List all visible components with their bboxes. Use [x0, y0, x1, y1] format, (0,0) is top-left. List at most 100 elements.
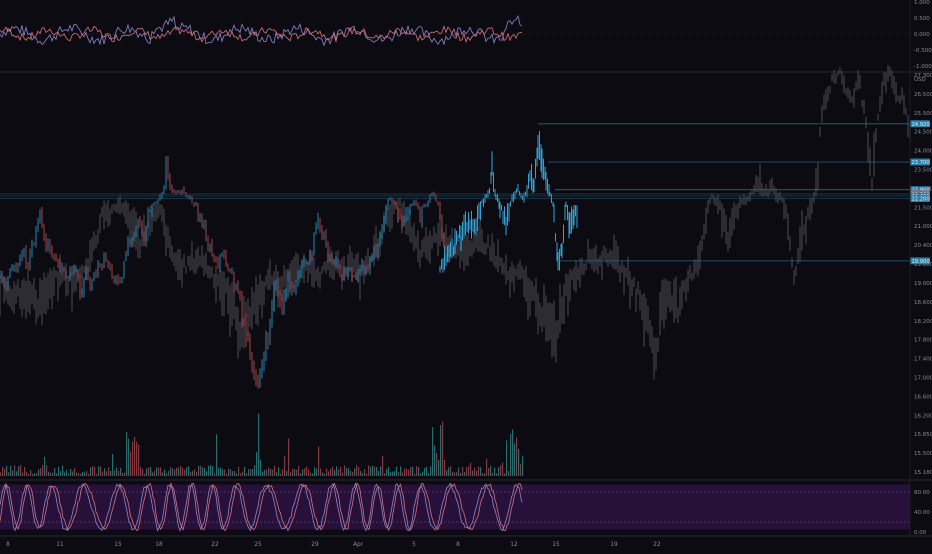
volume-bar: [514, 443, 516, 476]
price-tick-label: 17.000: [914, 375, 932, 381]
volume-bar: [302, 469, 304, 476]
volume-bar: [452, 472, 454, 476]
volume-bar: [396, 466, 398, 476]
x-tick-label: 11: [56, 542, 64, 548]
volume-bar: [216, 434, 218, 476]
volume-bar: [166, 473, 168, 476]
volume-bar: [10, 466, 12, 476]
volume-bar: [276, 472, 278, 476]
volume-bar: [318, 446, 320, 476]
volume-bar: [472, 470, 474, 476]
price-tick-label: 17.400: [914, 357, 932, 363]
volume-bar: [102, 471, 104, 476]
volume-bar: [156, 467, 158, 476]
volume-bar: [246, 473, 248, 476]
volume-bar: [312, 473, 314, 476]
volume-bar: [188, 466, 190, 476]
volume-bar: [158, 467, 160, 476]
bottom-osc-tick-label: 40.00: [914, 510, 930, 516]
volume-bar: [480, 467, 482, 476]
volume-bar: [48, 471, 50, 476]
bottom-osc-tick-label: 80.00: [914, 490, 930, 496]
volume-bar: [508, 471, 510, 476]
x-tick-label: 8: [456, 542, 460, 548]
volume-bar: [448, 467, 450, 476]
volume-bar: [168, 470, 170, 476]
volume-bar: [414, 473, 416, 476]
volume-bar: [80, 473, 82, 476]
volume-bar: [332, 466, 334, 476]
volume-bar: [466, 467, 468, 476]
volume-bar: [360, 471, 362, 476]
volume-bar: [304, 468, 306, 476]
volume-bar: [412, 466, 414, 476]
volume-bar: [488, 468, 490, 476]
volume-bar: [400, 466, 402, 476]
volume-bar: [222, 469, 224, 476]
volume-bar: [182, 467, 184, 476]
volume-bar: [462, 466, 464, 476]
volume-bar: [446, 470, 448, 476]
volume-bar: [522, 455, 524, 476]
volume-bar: [140, 466, 142, 476]
volume-bar: [212, 465, 214, 476]
volume-bar: [136, 441, 138, 476]
price-tick-label: 19.000: [914, 281, 932, 287]
volume-bar: [38, 469, 40, 476]
volume-bar: [288, 438, 290, 476]
price-tick-label: 16.200: [914, 413, 932, 419]
volume-bar: [98, 466, 100, 476]
volume-bar: [172, 468, 174, 476]
price-chart[interactable]: 1.0000.5000.000-0.500-1.000 27.30026.500…: [0, 0, 932, 550]
volume-bar: [42, 465, 44, 476]
volume-bar: [430, 466, 432, 476]
x-tick-label: 22: [211, 542, 219, 548]
volume-bar: [116, 467, 118, 476]
price-tick-label: 21.500: [914, 205, 932, 211]
volume-bar: [60, 471, 62, 476]
volume-bar: [178, 467, 180, 476]
volume-bar: [418, 467, 420, 476]
chart-root: 1.000 0.500 0.000 -0.500 -1.000 27.300 26.500…: [0, 0, 932, 550]
volume-bar: [316, 468, 318, 476]
volume-bar: [240, 473, 242, 476]
x-tick-label: 18: [155, 542, 163, 548]
volume-bar: [274, 466, 276, 476]
volume-bar: [126, 432, 128, 476]
volume-bar: [108, 467, 110, 476]
volume-bar: [174, 469, 176, 476]
volume-bar: [374, 466, 376, 476]
price-tick-label: 18.600: [914, 300, 932, 306]
volume-bar: [92, 466, 94, 476]
volume-bar: [54, 468, 56, 476]
volume-bar: [520, 463, 522, 476]
volume-bar: [52, 472, 54, 476]
volume-bar: [186, 467, 188, 476]
volume-bar: [460, 473, 462, 476]
volume-bar: [72, 471, 74, 476]
volume-bar: [64, 472, 66, 476]
top-osc-tick-label: -1.000: [914, 64, 932, 70]
volume-bar: [362, 472, 364, 476]
volume-bar: [264, 469, 266, 476]
top-osc-tick-label: 0.000: [914, 32, 930, 38]
volume-bar: [110, 470, 112, 476]
volume-bar: [290, 472, 292, 476]
volume-bar: [436, 453, 438, 476]
volume-bar: [402, 472, 404, 476]
bottom-osc-tick-label: 0.00: [914, 530, 927, 536]
volume-bar: [344, 465, 346, 476]
volume-bar: [210, 465, 212, 476]
volume-bar: [206, 471, 208, 476]
price-tick-label: 26.500: [914, 92, 932, 98]
volume-bar: [366, 473, 368, 476]
volume-bar: [30, 469, 32, 476]
volume-bar: [406, 468, 408, 476]
volume-bar: [420, 473, 422, 476]
volume-bar: [478, 466, 480, 476]
volume-bar: [370, 466, 372, 476]
volume-bar: [14, 465, 16, 476]
volume-bar: [384, 473, 386, 476]
volume-bar: [62, 465, 64, 476]
volume-bar: [242, 471, 244, 476]
